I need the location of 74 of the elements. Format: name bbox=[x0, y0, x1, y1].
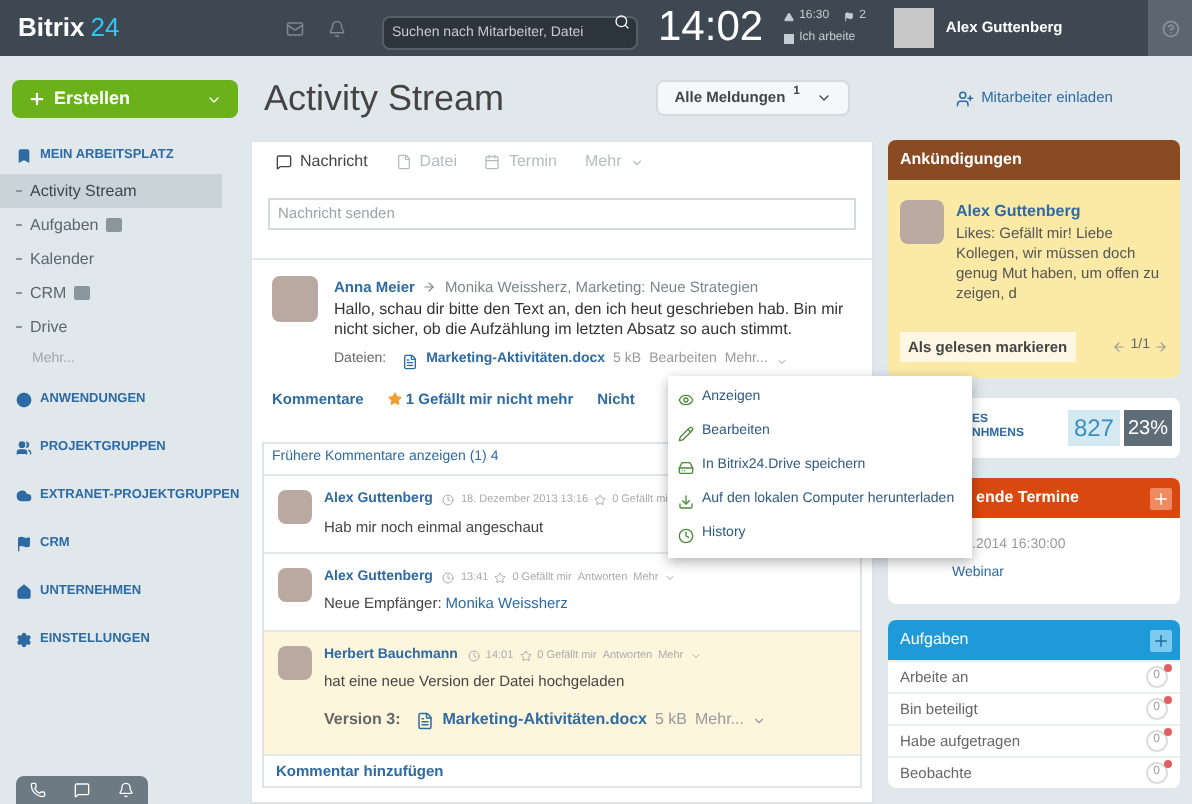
section-icon bbox=[16, 148, 32, 164]
sidebar-item[interactable]: Drive bbox=[30, 315, 68, 339]
avatar-placeholder bbox=[900, 200, 944, 244]
menu-item-icon bbox=[678, 425, 694, 441]
logo-text[interactable]: Bitrix bbox=[18, 8, 85, 48]
sidebar-item[interactable]: Kalender bbox=[30, 247, 95, 271]
caret-icon bbox=[751, 713, 766, 728]
stats-percent: 23% bbox=[1123, 410, 1172, 446]
post-text: Hallo, schau dir bitte den Text an, den ich heut geschrieben hab. Bin mir nicht sicher, ob die Aufzählung im letzten Absatz so auch stimmt. bbox=[334, 300, 846, 341]
card-title: ende Termine bbox=[976, 486, 1079, 510]
plus-icon bbox=[28, 90, 46, 108]
help-icon bbox=[1161, 19, 1179, 37]
caret-icon bbox=[775, 355, 788, 367]
flag-icon bbox=[843, 12, 854, 22]
caret-icon bbox=[689, 649, 702, 662]
bell-icon[interactable] bbox=[118, 782, 134, 798]
chat-icon[interactable] bbox=[74, 782, 90, 798]
card-title: Aufgaben bbox=[900, 628, 969, 652]
file-link[interactable]: Marketing-Aktivitäten.docx bbox=[442, 708, 647, 733]
clock-icon bbox=[442, 494, 455, 507]
next-icon[interactable] bbox=[1154, 340, 1168, 354]
caret-icon bbox=[664, 572, 677, 584]
section-icon bbox=[16, 488, 32, 504]
version-label: Version 3: bbox=[324, 708, 401, 733]
menu-item-icon bbox=[678, 391, 694, 407]
bell-icon[interactable] bbox=[328, 19, 346, 37]
card-title: Ankündigungen bbox=[900, 148, 1022, 172]
create-button[interactable]: Erstellen bbox=[12, 80, 238, 118]
avatar-placeholder bbox=[278, 645, 312, 679]
author-link[interactable]: Alex Guttenberg bbox=[956, 200, 1168, 224]
section-icon bbox=[16, 536, 32, 552]
search-icon bbox=[614, 13, 630, 29]
section-icon bbox=[16, 632, 32, 648]
menu-item-icon bbox=[678, 459, 694, 475]
help-button[interactable] bbox=[1148, 0, 1192, 56]
add-user-icon bbox=[955, 89, 974, 107]
mail-icon[interactable] bbox=[286, 19, 304, 37]
caret-icon bbox=[816, 90, 832, 106]
sidebar-item[interactable]: Activity Stream bbox=[30, 179, 137, 203]
avatar-placeholder bbox=[278, 490, 312, 524]
star-icon bbox=[387, 391, 402, 406]
avatar-placeholder bbox=[278, 567, 312, 602]
clock-text: 14:02 bbox=[658, 2, 764, 55]
section-icon bbox=[16, 440, 32, 456]
logo-number[interactable]: 24 bbox=[90, 8, 120, 48]
star-icon bbox=[519, 649, 532, 662]
menu-item-icon bbox=[678, 527, 694, 543]
add-icon[interactable] bbox=[1150, 629, 1172, 651]
clock-icon bbox=[442, 572, 455, 584]
more-link[interactable]: Mehr... bbox=[695, 708, 744, 733]
avatar-placeholder bbox=[272, 276, 318, 322]
checkbox-icon bbox=[783, 34, 794, 44]
composer-tab[interactable]: Nachricht bbox=[300, 150, 368, 174]
tab-icon bbox=[484, 154, 501, 170]
add-icon[interactable] bbox=[1150, 487, 1172, 509]
avatar-placeholder[interactable] bbox=[893, 8, 934, 48]
star-icon bbox=[594, 494, 607, 507]
sidebar-item[interactable]: CRM bbox=[30, 281, 67, 305]
tab-icon bbox=[395, 154, 412, 170]
section-icon bbox=[16, 584, 32, 600]
phone-icon[interactable] bbox=[30, 782, 46, 798]
file-size: 5 kB bbox=[655, 708, 688, 733]
sidebar-item[interactable]: Aufgaben bbox=[30, 213, 99, 237]
document-icon bbox=[402, 353, 419, 369]
tab-icon bbox=[276, 154, 292, 170]
clock-icon bbox=[467, 649, 480, 662]
document-icon bbox=[416, 711, 435, 730]
arrow-icon bbox=[422, 280, 437, 295]
star-icon bbox=[494, 572, 507, 584]
menu-item-icon bbox=[678, 493, 694, 509]
stats-value: 827 bbox=[1067, 410, 1120, 446]
section-icon bbox=[16, 392, 32, 408]
previous-icon[interactable] bbox=[1112, 340, 1127, 354]
page-title: Activity Stream bbox=[264, 75, 505, 122]
